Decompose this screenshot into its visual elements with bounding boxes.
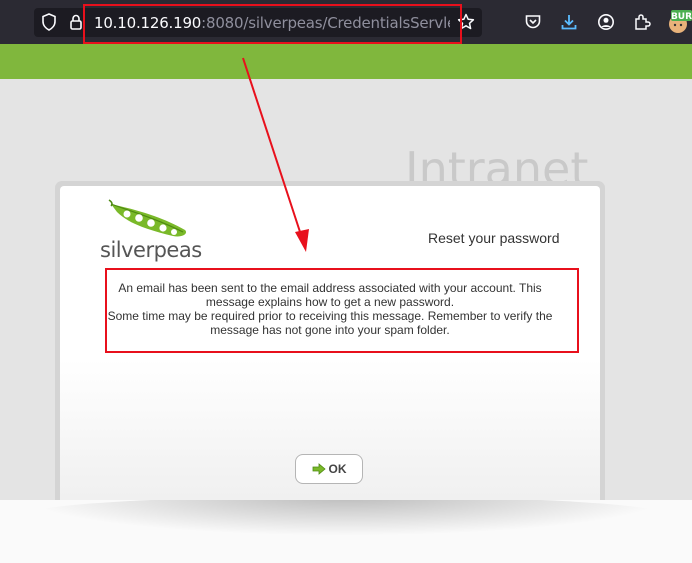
annotation-url-highlight	[83, 4, 462, 44]
download-icon[interactable]	[559, 12, 579, 32]
silverpeas-logo-text: silverpeas	[100, 238, 202, 262]
site-header-bar	[0, 44, 692, 79]
annotation-message-highlight	[105, 268, 579, 353]
arrow-right-icon	[312, 463, 326, 475]
ok-button[interactable]: OK	[295, 454, 363, 484]
ok-button-label: OK	[328, 462, 347, 476]
burp-badge-text: BUR	[671, 12, 692, 22]
pocket-icon[interactable]	[523, 12, 543, 32]
burp-extension-icon[interactable]: BUR	[668, 10, 692, 34]
shield-icon[interactable]	[39, 12, 59, 32]
dialog-shadow	[20, 496, 672, 536]
account-icon[interactable]	[596, 12, 616, 32]
extensions-icon[interactable]	[632, 12, 652, 32]
dialog-title: Reset your password	[428, 230, 560, 246]
